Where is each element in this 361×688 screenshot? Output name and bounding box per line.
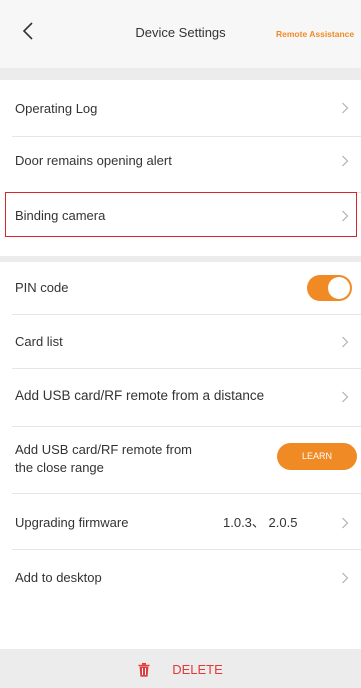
door-alert-label: Door remains opening alert [15, 153, 172, 168]
chevron-right-icon [342, 517, 349, 529]
header-bar: Device Settings Remote Assistance [0, 0, 361, 68]
card-list-row[interactable]: Card list [0, 315, 361, 368]
settings-group-1: Operating Log Door remains opening alert… [0, 80, 361, 256]
add-to-desktop-label: Add to desktop [15, 570, 102, 585]
pin-code-row: PIN code [0, 262, 361, 314]
add-close-label-line1: Add USB card/RF remote from [15, 442, 192, 457]
door-alert-row[interactable]: Door remains opening alert [0, 137, 361, 192]
remote-assistance-button[interactable]: Remote Assistance [276, 29, 354, 39]
toggle-knob [328, 277, 350, 299]
delete-button[interactable]: DELETE [0, 658, 361, 682]
add-close-label-line2: the close range [15, 460, 104, 475]
firmware-label: Upgrading firmware [15, 515, 129, 530]
pin-code-toggle[interactable] [307, 275, 352, 301]
firmware-row[interactable]: Upgrading firmware 1.0.3、 2.0.5 [0, 494, 361, 549]
add-close-range-row: Add USB card/RF remote from the close ra… [0, 427, 361, 493]
binding-camera-row[interactable]: Binding camera [0, 193, 361, 256]
settings-group-2: PIN code Card list Add USB card/RF remot… [0, 262, 361, 649]
chevron-right-icon [342, 210, 349, 222]
chevron-right-icon [342, 102, 349, 114]
operating-log-row[interactable]: Operating Log [0, 80, 361, 136]
device-settings-screen: Device Settings Remote Assistance Operat… [0, 0, 361, 688]
delete-label: DELETE [172, 662, 223, 677]
add-distance-row[interactable]: Add USB card/RF remote from a distance [0, 369, 361, 426]
chevron-right-icon [342, 155, 349, 167]
card-list-label: Card list [15, 334, 63, 349]
operating-log-label: Operating Log [15, 101, 98, 116]
add-to-desktop-row[interactable]: Add to desktop [0, 550, 361, 605]
add-distance-label: Add USB card/RF remote from a distance [15, 388, 265, 403]
chevron-right-icon [342, 391, 349, 403]
firmware-version: 1.0.3、 2.0.5 [223, 515, 298, 530]
learn-button[interactable]: LEARN [277, 443, 357, 470]
trash-icon [138, 663, 150, 677]
chevron-right-icon [342, 336, 349, 348]
chevron-right-icon [342, 572, 349, 584]
pin-code-label: PIN code [15, 280, 69, 295]
binding-camera-label: Binding camera [15, 208, 106, 223]
